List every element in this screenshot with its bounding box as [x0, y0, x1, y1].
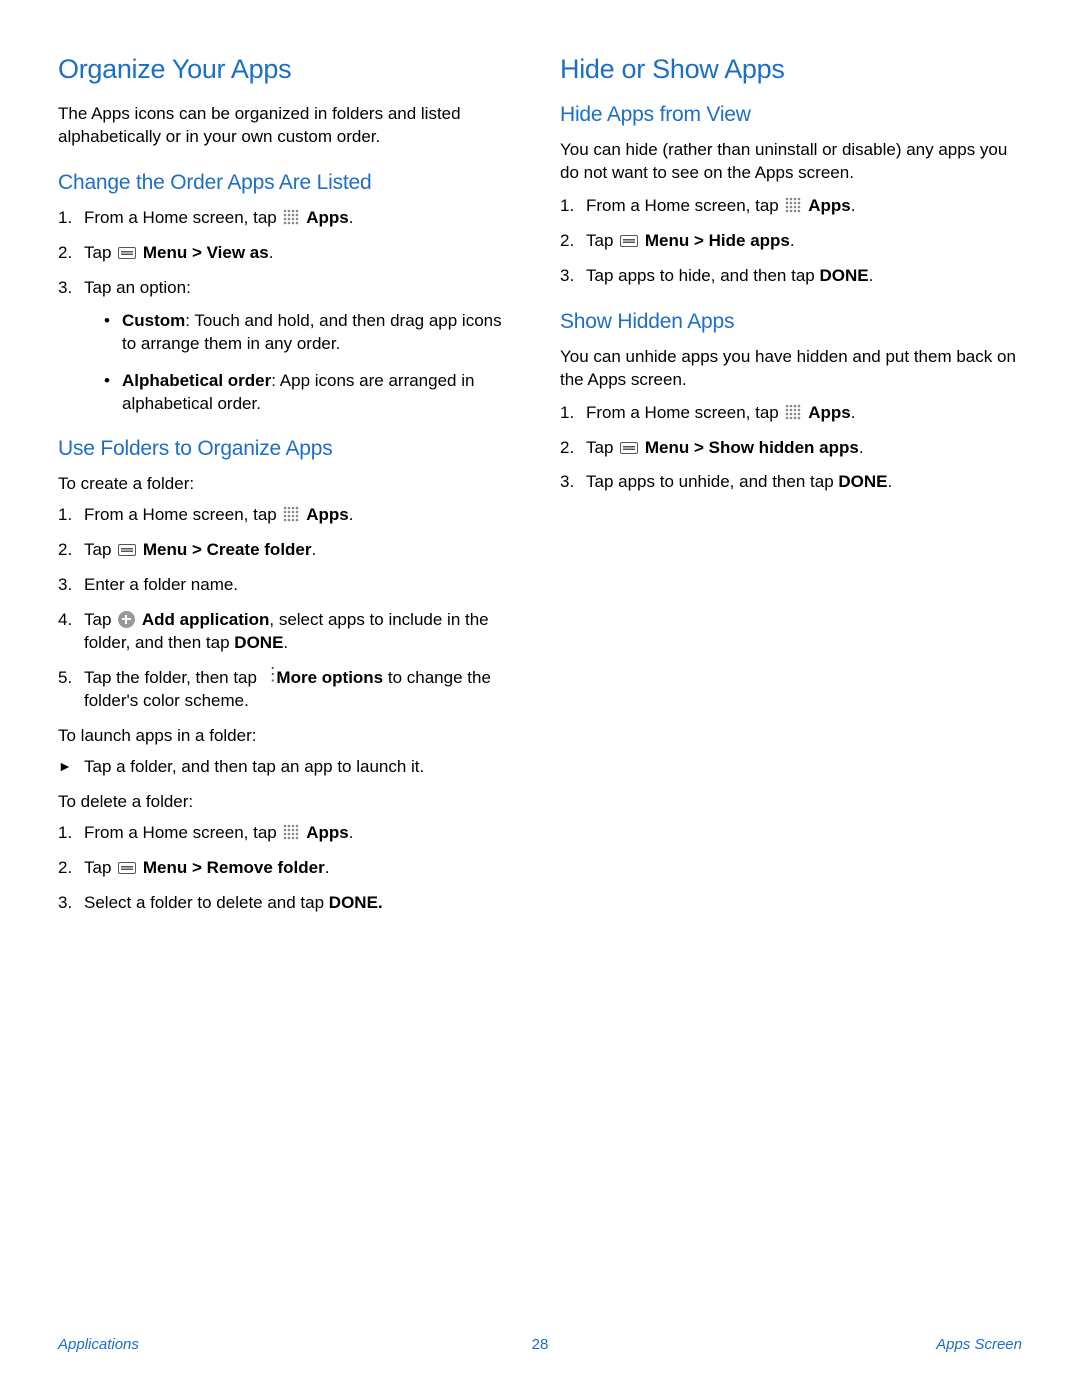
step: Tap apps to hide, and then tap DONE. — [560, 265, 1022, 288]
step: Tap an option: Custom: Touch and hold, a… — [58, 277, 520, 416]
step: Tap Menu > Create folder. — [58, 539, 520, 562]
menu-icon — [620, 442, 638, 454]
right-column: Hide or Show Apps Hide Apps from View Yo… — [560, 54, 1022, 927]
more-options-icon — [264, 668, 270, 685]
apps-icon — [785, 404, 801, 420]
steps-delete-folder: From a Home screen, tap Apps. Tap Menu >… — [58, 822, 520, 915]
menu-icon — [620, 235, 638, 247]
steps-create-folder: From a Home screen, tap Apps. Tap Menu >… — [58, 504, 520, 713]
step: Enter a folder name. — [58, 574, 520, 597]
footer-page-number: 28 — [532, 1336, 549, 1353]
step: Tap Menu > Show hidden apps. — [560, 437, 1022, 460]
heading-organize: Organize Your Apps — [58, 54, 520, 85]
intro-show: You can unhide apps you have hidden and … — [560, 346, 1022, 392]
step: Tap Menu > Hide apps. — [560, 230, 1022, 253]
apps-icon — [283, 506, 299, 522]
menu-icon — [118, 862, 136, 874]
menu-icon — [118, 247, 136, 259]
page-content: Organize Your Apps The Apps icons can be… — [0, 0, 1080, 927]
heading-show: Show Hidden Apps — [560, 310, 1022, 334]
footer-left: Applications — [58, 1336, 139, 1353]
page-footer: Applications 28 Apps Screen — [58, 1336, 1022, 1353]
intro-organize: The Apps icons can be organized in folde… — [58, 103, 520, 149]
step: Select a folder to delete and tap DONE. — [58, 892, 520, 915]
step: Tap Add application, select apps to incl… — [58, 609, 520, 655]
step: From a Home screen, tap Apps. — [58, 822, 520, 845]
apps-icon — [283, 209, 299, 225]
bullet: Custom: Touch and hold, and then drag ap… — [104, 310, 520, 356]
intro-create-folder: To create a folder: — [58, 473, 520, 496]
step: From a Home screen, tap Apps. — [560, 195, 1022, 218]
step: From a Home screen, tap Apps. — [560, 402, 1022, 425]
left-column: Organize Your Apps The Apps icons can be… — [58, 54, 520, 927]
intro-hide: You can hide (rather than uninstall or d… — [560, 139, 1022, 185]
plus-icon — [118, 611, 135, 628]
footer-right: Apps Screen — [936, 1336, 1022, 1353]
bullets-options: Custom: Touch and hold, and then drag ap… — [104, 310, 520, 416]
step: From a Home screen, tap Apps. — [58, 207, 520, 230]
apps-icon — [283, 824, 299, 840]
step: Tap the folder, then tap More options to… — [58, 667, 520, 713]
steps-show: From a Home screen, tap Apps. Tap Menu >… — [560, 402, 1022, 495]
heading-hide: Hide Apps from View — [560, 103, 1022, 127]
bullet: Alphabetical order: App icons are arrang… — [104, 370, 520, 416]
step: Tap Menu > Remove folder. — [58, 857, 520, 880]
apps-icon — [785, 197, 801, 213]
step: Tap apps to unhide, and then tap DONE. — [560, 471, 1022, 494]
arrow-line-launch: Tap a folder, and then tap an app to lau… — [58, 756, 520, 779]
step: From a Home screen, tap Apps. — [58, 504, 520, 527]
menu-icon — [118, 544, 136, 556]
intro-delete-folder: To delete a folder: — [58, 791, 520, 814]
heading-folders: Use Folders to Organize Apps — [58, 437, 520, 461]
heading-hide-show: Hide or Show Apps — [560, 54, 1022, 85]
step: Tap Menu > View as. — [58, 242, 520, 265]
steps-change-order: From a Home screen, tap Apps. Tap Menu >… — [58, 207, 520, 416]
steps-hide: From a Home screen, tap Apps. Tap Menu >… — [560, 195, 1022, 288]
intro-launch-folder: To launch apps in a folder: — [58, 725, 520, 748]
heading-change-order: Change the Order Apps Are Listed — [58, 171, 520, 195]
